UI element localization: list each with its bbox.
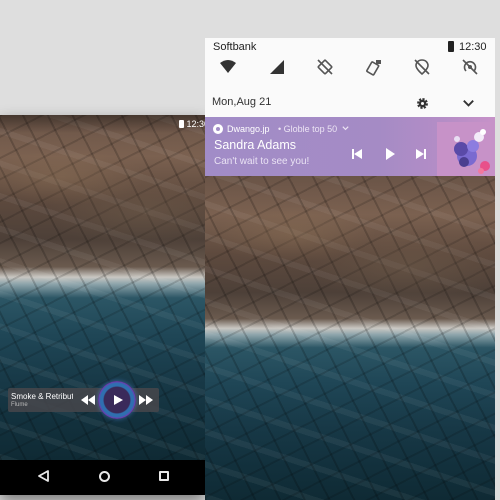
rotation-lock-icon[interactable] [365,58,383,76]
expand-icon[interactable] [341,124,350,133]
status-bar: 12:30 [0,115,205,133]
rewind-icon[interactable] [80,394,96,406]
cellular-signal-icon[interactable] [268,58,286,76]
skip-next-icon[interactable] [414,147,428,161]
fast-forward-icon[interactable] [138,394,154,406]
battery-icon [448,41,454,52]
widget-artist: Flume [11,402,28,408]
wallpaper [205,176,495,500]
play-icon[interactable] [383,147,397,161]
music-app-icon [213,124,223,134]
back-icon[interactable] [38,470,50,482]
carrier-name: Softbank [213,41,257,53]
status-time: 12:30 [459,41,487,53]
play-icon[interactable] [112,394,124,406]
notification-subtext: • Globle top 50 [278,124,338,134]
location-off-icon[interactable] [413,58,431,76]
left-phone-screen: 12:30 Smoke & Retribution Flume [0,115,205,495]
settings-gear-icon[interactable] [415,96,430,111]
battery-icon [179,120,184,128]
media-widget[interactable]: Smoke & Retribution Flume [8,381,159,419]
skip-previous-icon[interactable] [350,147,364,161]
status-time: 12:30 [186,119,205,129]
quick-settings-panel: Softbank 12:30 Mon,Aug 21 [205,38,495,117]
notification-text: Can't wait to see you! [214,156,310,167]
auto-rotate-off-icon[interactable] [316,58,334,76]
widget-track-title: Smoke & Retribution [11,392,73,401]
date-label: Mon,Aug 21 [212,96,272,108]
notification-app-name: Dwango.jp [227,124,270,134]
hotspot-off-icon[interactable] [461,58,479,76]
home-icon[interactable] [99,471,110,482]
right-phone-screen: Softbank 12:30 Mon,Aug 21 Dwango.jp • Gl… [205,38,495,500]
album-art [437,122,491,176]
notification-title: Sandra Adams [214,138,296,152]
recent-apps-icon[interactable] [159,471,169,481]
chevron-down-icon[interactable] [461,96,476,111]
navigation-bar [0,460,205,495]
wifi-icon[interactable] [219,58,237,76]
media-notification[interactable]: Dwango.jp • Globle top 50 Sandra Adams C… [205,117,495,176]
